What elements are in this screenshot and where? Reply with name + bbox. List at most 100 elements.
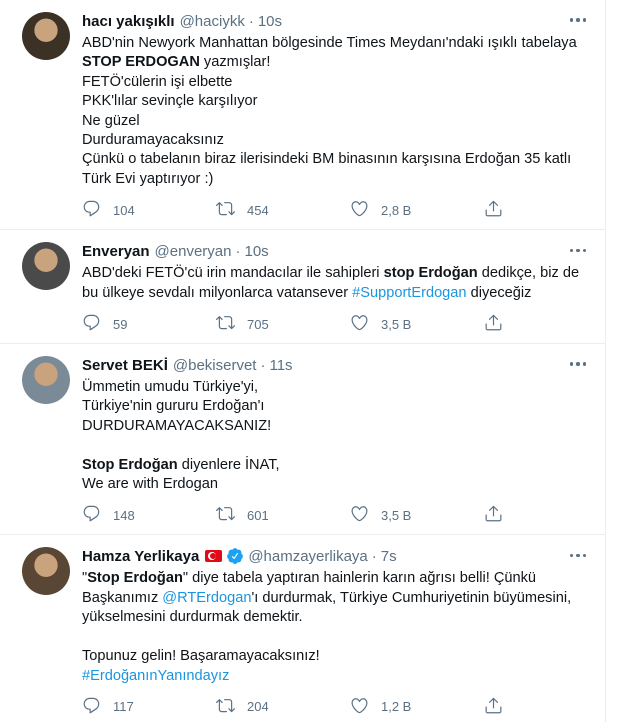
likes-count: 3,5 B: [381, 316, 412, 332]
tweet-content: Servet BEKİ @bekiservet · 11s Ümmetin umudu …: [82, 354, 589, 534]
retweet-button[interactable]: 705: [208, 313, 342, 335]
hashtag-link[interactable]: #ErdoğanınYanındayız: [82, 668, 229, 684]
tweet-actions: 104 454 2,8 B: [74, 195, 589, 225]
retweets-count: 705: [247, 316, 269, 332]
text-segment: FETÖ'cülerin işi elbette: [82, 73, 233, 90]
avatar[interactable]: [22, 12, 70, 60]
tweet-line: Stop Erdoğan diyenlere İNAT,: [82, 456, 589, 475]
more-icon[interactable]: [567, 356, 589, 372]
user-handle[interactable]: @haciykk: [180, 13, 245, 30]
text-segment: Ne güzel: [82, 112, 140, 129]
share-icon: [476, 504, 515, 526]
tweet[interactable]: Hamza Yerlikaya @hamzayerlikaya · 7s "Stop E…: [0, 535, 605, 722]
user-handle[interactable]: @hamzayerlikaya: [248, 548, 367, 565]
tweet-line: Ümmetin umudu Türkiye'yi,: [82, 378, 589, 397]
text-segment: yazmışlar!: [199, 54, 271, 71]
tweet-text: "Stop Erdoğan" diye tabela yaptıran hain…: [82, 569, 589, 685]
more-icon[interactable]: [567, 12, 589, 28]
tweet-line: [82, 628, 589, 647]
text-segment: " diye tabela yaptıran hainlerin karın a…: [182, 570, 537, 587]
tweet[interactable]: hacı yakışıklı @haciykk · 10s ABD'nin Newyor…: [0, 0, 605, 231]
reply-button[interactable]: 148: [74, 504, 208, 526]
tweet-content: hacı yakışıklı @haciykk · 10s ABD'nin Newyor…: [82, 10, 589, 229]
tweet[interactable]: Servet BEKİ @bekiservet · 11s Ümmetin umudu …: [0, 344, 605, 536]
separator-dot: ·: [235, 242, 241, 260]
bold-text: STOP ERDOGAN: [82, 54, 200, 71]
tweet-line: Durduramayacaksınız: [82, 131, 589, 150]
user-handle[interactable]: @enveryan: [155, 243, 232, 260]
reply-icon: [74, 696, 113, 718]
avatar[interactable]: [22, 547, 70, 596]
share-button[interactable]: [476, 313, 516, 335]
tweet-actions: 117 204 1,2 B: [74, 692, 589, 722]
heart-icon: [342, 696, 381, 718]
like-button[interactable]: 2,8 B: [342, 199, 476, 221]
text-segment: We are with Erdogan: [82, 476, 219, 493]
share-button[interactable]: [476, 504, 516, 526]
display-name[interactable]: Enveryan: [82, 243, 150, 260]
turkey-flag-icon: [205, 550, 223, 563]
tweet-timestamp[interactable]: 7s: [381, 548, 397, 565]
tweet-timestamp[interactable]: 11s: [269, 357, 292, 374]
text-segment: bu ülkeye sevdalı milyonlarca vatansever: [82, 284, 353, 301]
tweet-actions: 148 601 3,5 B: [74, 500, 589, 530]
avatar[interactable]: [22, 242, 70, 291]
tweet[interactable]: Enveryan @enveryan · 10s ABD'deki FETÖ'cü ir…: [0, 230, 605, 345]
mention-link[interactable]: @RTErdogan: [162, 590, 251, 606]
like-button[interactable]: 3,5 B: [342, 504, 476, 526]
separator-dot: ·: [371, 547, 377, 565]
replies-count: 148: [113, 507, 135, 523]
display-name[interactable]: Servet BEKİ: [82, 357, 168, 374]
likes-count: 3,5 B: [381, 507, 412, 523]
likes-count: 2,8 B: [381, 202, 412, 218]
text-segment: Durduramayacaksınız: [82, 132, 224, 149]
text-segment: Ümmetin umudu Türkiye'yi,: [82, 379, 259, 396]
share-button[interactable]: [476, 696, 516, 718]
like-button[interactable]: 1,2 B: [342, 696, 476, 718]
reply-button[interactable]: 59: [74, 313, 208, 335]
reply-button[interactable]: 117: [74, 696, 208, 718]
tweet-line: DURDURAMAYACAKSANIZ!: [82, 417, 589, 436]
text-segment: 'ı durdurmak, Türkiye Cumhuriyetinin büy…: [251, 589, 572, 606]
display-name[interactable]: Hamza Yerlikaya: [82, 548, 199, 565]
retweet-button[interactable]: 204: [208, 696, 342, 718]
text-segment: Başkanımız: [82, 589, 163, 606]
tweet-content: Hamza Yerlikaya @hamzayerlikaya · 7s "Stop E…: [82, 545, 589, 722]
text-segment: diyeceğiz: [466, 284, 532, 301]
more-icon[interactable]: [567, 242, 589, 258]
like-button[interactable]: 3,5 B: [342, 313, 476, 335]
tweet-line: ABD'deki FETÖ'cü irin mandacılar ile sah…: [82, 264, 589, 283]
reply-button[interactable]: 104: [74, 199, 208, 221]
hashtag-link[interactable]: #SupportErdogan: [352, 285, 466, 301]
share-button[interactable]: [476, 199, 516, 221]
avatar[interactable]: [22, 356, 70, 405]
text-segment: dedikçe, biz de: [477, 265, 580, 282]
tweet-header: Hamza Yerlikaya @hamzayerlikaya · 7s: [82, 545, 589, 567]
retweet-icon: [208, 313, 247, 335]
text-segment: Topunuz gelin! Başaramayacaksınız!: [82, 648, 320, 665]
text-segment: Türkiye'nin gururu Erdoğan'ı: [82, 398, 265, 415]
text-segment: ABD'deki FETÖ'cü irin mandacılar ile sah…: [82, 265, 384, 282]
tweet-line: ABD'nin Newyork Manhattan bölgesinde Tim…: [82, 34, 589, 53]
retweet-icon: [208, 199, 247, 221]
text-segment: Türk Evi yaptırıyor :): [82, 170, 214, 187]
retweet-button[interactable]: 601: [208, 504, 342, 526]
tweet-line: FETÖ'cülerin işi elbette: [82, 73, 589, 92]
more-icon[interactable]: [567, 547, 589, 563]
tweet-timestamp[interactable]: 10s: [258, 13, 282, 30]
tweet-timestamp[interactable]: 10s: [244, 243, 268, 260]
text-segment: DURDURAMAYACAKSANIZ!: [82, 417, 272, 434]
text-segment: PKK'lılar sevinçle karşılıyor: [82, 93, 258, 110]
tweet-line: STOP ERDOGAN yazmışlar!: [82, 53, 589, 72]
user-handle[interactable]: @bekiservet: [173, 357, 257, 374]
retweet-button[interactable]: 454: [208, 199, 342, 221]
tweet-actions: 59 705 3,5 B: [74, 309, 589, 339]
timeline: hacı yakışıklı @haciykk · 10s ABD'nin Newyor…: [0, 0, 606, 722]
tweet-line: We are with Erdogan: [82, 475, 589, 494]
display-name[interactable]: hacı yakışıklı: [82, 13, 175, 30]
tweet-text: ABD'deki FETÖ'cü irin mandacılar ile sah…: [82, 264, 589, 303]
share-icon: [476, 313, 515, 335]
separator-dot: ·: [248, 12, 254, 30]
heart-icon: [342, 199, 381, 221]
bold-text: Stop Erdoğan: [87, 570, 183, 587]
